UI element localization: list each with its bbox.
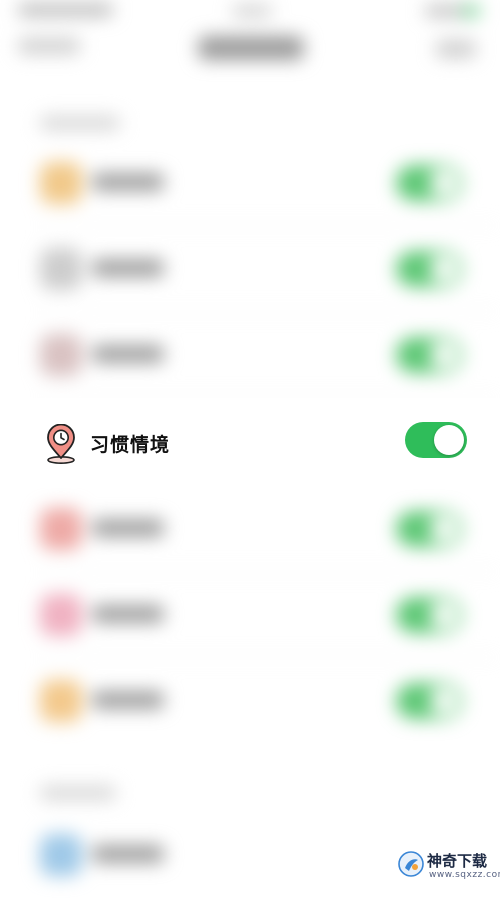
status-indicator bbox=[232, 6, 272, 16]
toggle-switch[interactable] bbox=[396, 683, 462, 719]
watermark-url: www.sqxzz.com bbox=[429, 870, 500, 880]
item-label bbox=[92, 691, 164, 709]
item-icon bbox=[40, 680, 82, 722]
list-item[interactable] bbox=[0, 658, 500, 744]
item-icon bbox=[40, 334, 82, 376]
list-item[interactable] bbox=[0, 312, 500, 398]
item-icon bbox=[40, 834, 82, 876]
item-icon bbox=[40, 248, 82, 290]
item-label bbox=[92, 519, 164, 537]
toggle-knob bbox=[434, 425, 464, 455]
location-pin-clock-icon bbox=[47, 424, 75, 464]
page-title bbox=[198, 36, 304, 60]
setting-label: 习惯情境 bbox=[90, 434, 171, 456]
battery-icon bbox=[425, 5, 480, 17]
item-icon bbox=[40, 594, 82, 636]
status-bar bbox=[0, 0, 500, 30]
toggle-switch[interactable] bbox=[396, 165, 462, 201]
toggle-switch[interactable] bbox=[396, 337, 462, 373]
watermark-name: 神奇下载 bbox=[427, 852, 488, 870]
item-icon bbox=[40, 508, 82, 550]
toggle-switch[interactable] bbox=[396, 597, 462, 633]
section-header bbox=[40, 116, 120, 130]
item-label bbox=[92, 345, 164, 363]
section-header bbox=[40, 786, 116, 800]
list-item[interactable] bbox=[0, 572, 500, 658]
item-icon bbox=[40, 162, 82, 204]
list-item[interactable] bbox=[0, 140, 500, 226]
watermark: 神奇下载 www.sqxzz.com bbox=[398, 850, 500, 886]
item-label bbox=[92, 845, 164, 863]
list-item[interactable] bbox=[0, 486, 500, 572]
habit-context-toggle[interactable] bbox=[405, 422, 467, 458]
nav-action-button[interactable] bbox=[436, 40, 476, 58]
back-button[interactable] bbox=[18, 38, 80, 54]
watermark-logo-icon bbox=[398, 851, 424, 877]
toggle-switch[interactable] bbox=[396, 251, 462, 287]
item-label bbox=[92, 173, 164, 191]
toggle-switch[interactable] bbox=[396, 511, 462, 547]
status-time bbox=[18, 4, 113, 16]
list-item[interactable] bbox=[0, 226, 500, 312]
setting-row-habit-context[interactable]: 习惯情境 bbox=[0, 398, 500, 488]
item-label bbox=[92, 605, 164, 623]
item-label bbox=[92, 259, 164, 277]
